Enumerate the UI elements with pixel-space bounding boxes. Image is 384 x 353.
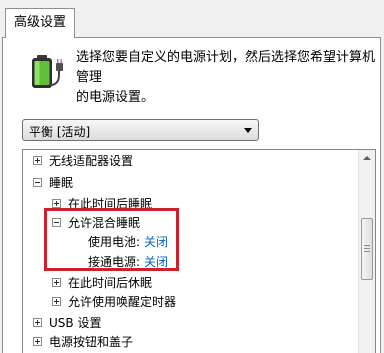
- power-plan-dropdown[interactable]: 平衡 [活动]: [22, 119, 259, 141]
- expand-plus-icon[interactable]: [33, 337, 42, 346]
- tab-strip: 高级设置: [0, 0, 384, 38]
- scrollbar-thumb[interactable]: [361, 218, 373, 280]
- expand-plus-icon[interactable]: [52, 297, 61, 306]
- expand-plus-icon[interactable]: [33, 156, 42, 165]
- tree-item-sleep[interactable]: 睡眠: [33, 173, 73, 193]
- tree-item-wake-timers[interactable]: 允许使用唤醒定时器: [52, 292, 176, 312]
- chevron-down-icon: [244, 128, 252, 133]
- power-options-window: 高级设置 选择您要自定义的电源计划，然后选择您希望计算机管理 的电源设置。 平衡…: [0, 0, 384, 353]
- tree-item-label: 允许使用唤醒定时器: [68, 295, 177, 309]
- tree-item-hibernate-after[interactable]: 在此时间后休眠: [52, 273, 152, 293]
- tree-item-label: USB 设置: [49, 316, 102, 330]
- tree-item-label: 无线适配器设置: [49, 154, 134, 168]
- battery-power-icon: [32, 55, 63, 88]
- scroll-up-arrow-icon[interactable]: [359, 150, 375, 167]
- vertical-scrollbar[interactable]: [358, 150, 375, 353]
- tree-item-usb-settings[interactable]: USB 设置: [33, 313, 101, 333]
- tree-item-label: 在此时间后休眠: [68, 276, 153, 290]
- power-plan-description: 选择您要自定义的电源计划，然后选择您希望计算机管理 的电源设置。: [76, 48, 376, 108]
- tree-item-wireless-adapter[interactable]: 无线适配器设置: [33, 151, 133, 171]
- power-plan-selected-value: 平衡 [活动]: [29, 125, 91, 139]
- red-highlight-box: [44, 208, 179, 271]
- expand-plus-icon[interactable]: [52, 278, 61, 287]
- tree-item-label: 睡眠: [49, 176, 74, 190]
- tree-item-power-buttons-lid[interactable]: 电源按钮和盖子: [33, 332, 133, 352]
- expand-plus-icon[interactable]: [52, 199, 61, 208]
- collapse-minus-icon[interactable]: [33, 178, 42, 187]
- tab-advanced-settings[interactable]: 高级设置: [5, 8, 76, 38]
- description-line-1: 选择您要自定义的电源计划，然后选择您希望计算机管理: [76, 50, 376, 85]
- tree-item-label: 电源按钮和盖子: [49, 335, 134, 349]
- description-line-2: 的电源设置。: [76, 90, 155, 105]
- expand-plus-icon[interactable]: [33, 318, 42, 327]
